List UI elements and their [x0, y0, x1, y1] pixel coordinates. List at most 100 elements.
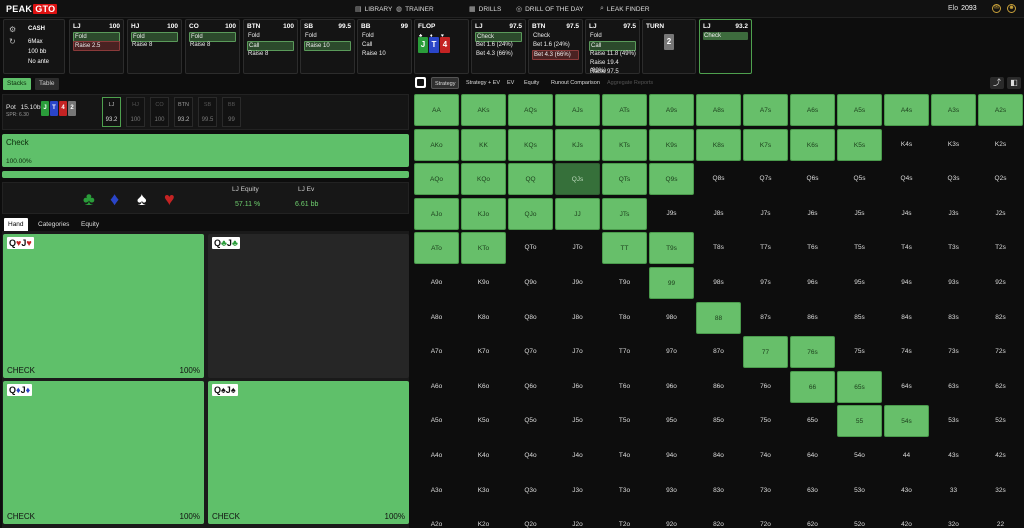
- range-cell[interactable]: A7o: [414, 336, 459, 368]
- range-cell[interactable]: AKo: [414, 128, 459, 161]
- range-cell[interactable]: 97s: [743, 267, 788, 299]
- street-card-lj[interactable]: LJ 97.5 Check Bet 1.6 (24%) Bet 4.3 (66%): [471, 19, 526, 74]
- range-cell[interactable]: 76s: [790, 336, 835, 369]
- nav-library[interactable]: ▤ LIBRARY: [355, 5, 392, 14]
- action-card-btn[interactable]: BTN 100 Fold Call Raise 8: [243, 19, 298, 74]
- range-cell[interactable]: A2o: [414, 509, 459, 528]
- range-cell[interactable]: TT: [602, 232, 647, 265]
- range-cell[interactable]: ATo: [414, 232, 459, 265]
- range-cell[interactable]: 62s: [978, 371, 1023, 403]
- range-cell[interactable]: 95o: [649, 405, 694, 437]
- range-cell[interactable]: J2s: [978, 198, 1023, 230]
- range-cell[interactable]: 65o: [790, 405, 835, 437]
- range-cell[interactable]: T3s: [931, 232, 976, 264]
- hand-combo[interactable]: Q♥J♥ CHECK 100%: [3, 234, 204, 378]
- action-card-bb[interactable]: BB 99 Fold Call Raise 10: [357, 19, 412, 74]
- range-cell[interactable]: T9o: [602, 267, 647, 299]
- range-cell[interactable]: AJs: [555, 94, 600, 126]
- chat-icon[interactable]: ✉: [992, 4, 1001, 13]
- range-cell[interactable]: 32o: [931, 509, 976, 528]
- range-cell[interactable]: 84s: [884, 302, 929, 334]
- range-cell[interactable]: Q9s: [649, 163, 694, 196]
- range-cell[interactable]: 93o: [649, 475, 694, 507]
- range-cell[interactable]: Q4s: [884, 163, 929, 195]
- range-cell[interactable]: 74s: [884, 336, 929, 368]
- range-cell[interactable]: 54s: [884, 405, 929, 438]
- spade-icon[interactable]: ♠: [137, 189, 147, 210]
- range-cell[interactable]: 97o: [649, 336, 694, 368]
- seat-hj[interactable]: HJ 100: [126, 97, 145, 127]
- range-cell[interactable]: 94o: [649, 440, 694, 472]
- range-cell[interactable]: JJ: [555, 197, 600, 230]
- range-cell[interactable]: A2s: [978, 94, 1023, 126]
- range-cell[interactable]: Q6o: [508, 371, 553, 403]
- range-cell[interactable]: KQs: [508, 128, 553, 161]
- tab-equity[interactable]: Equity: [521, 77, 542, 89]
- range-cell[interactable]: Q5o: [508, 405, 553, 437]
- action-option[interactable]: Raise 11.8 (49%): [589, 50, 636, 58]
- tab-strategy-ev[interactable]: Strategy + EV: [463, 77, 503, 89]
- tab-stacks[interactable]: Stacks: [3, 78, 31, 90]
- seat-bb[interactable]: BB 99: [222, 97, 241, 127]
- range-cell[interactable]: 88: [696, 301, 741, 334]
- range-cell[interactable]: 82s: [978, 302, 1023, 334]
- street-card-btn[interactable]: BTN 97.5 Check Bet 1.6 (24%) Bet 4.3 (66%): [528, 19, 583, 74]
- action-option[interactable]: Bet 1.6 (24%): [532, 41, 579, 49]
- action-option[interactable]: Fold: [304, 32, 351, 40]
- range-cell[interactable]: 73o: [743, 475, 788, 507]
- range-cell[interactable]: Q4o: [508, 440, 553, 472]
- action-option[interactable]: Raise 8: [189, 41, 236, 49]
- range-cell[interactable]: 72o: [743, 509, 788, 528]
- range-cell[interactable]: 53o: [837, 475, 882, 507]
- range-cell[interactable]: 75o: [743, 405, 788, 437]
- controller-icon[interactable]: ◧: [1007, 77, 1021, 89]
- range-cell[interactable]: 52o: [837, 509, 882, 528]
- range-cell[interactable]: JTo: [555, 232, 600, 264]
- action-option[interactable]: Bet 4.3 (66%): [475, 50, 522, 58]
- range-cell[interactable]: QJs: [555, 163, 600, 196]
- range-cell[interactable]: 99: [649, 267, 694, 299]
- range-cell[interactable]: K2o: [461, 509, 506, 528]
- range-cell[interactable]: K5o: [461, 405, 506, 437]
- range-cell[interactable]: 73s: [931, 336, 976, 368]
- range-cell[interactable]: T7o: [602, 336, 647, 368]
- current-decision-card[interactable]: LJ 93.2 Check: [699, 19, 752, 74]
- range-cell[interactable]: 42o: [884, 509, 929, 528]
- action-option[interactable]: Call: [361, 41, 408, 49]
- range-cell[interactable]: A3s: [931, 94, 976, 126]
- range-cell[interactable]: 52s: [978, 405, 1023, 437]
- range-cell[interactable]: 75s: [837, 336, 882, 368]
- tab-aggregate-reports[interactable]: Aggregate Reports: [604, 77, 656, 89]
- tab-strategy[interactable]: Strategy: [431, 77, 460, 89]
- range-cell[interactable]: A8o: [414, 302, 459, 334]
- range-cell[interactable]: T4o: [602, 440, 647, 472]
- range-cell[interactable]: 83s: [931, 302, 976, 334]
- range-cell[interactable]: 65s: [837, 370, 882, 403]
- tab-categories[interactable]: Categories: [34, 218, 73, 231]
- nav-trainer[interactable]: ◍ TRAINER: [396, 5, 434, 14]
- seat-btn[interactable]: BTN 93.2: [174, 97, 193, 127]
- range-cell[interactable]: A5s: [837, 94, 882, 126]
- range-cell[interactable]: 83o: [696, 475, 741, 507]
- range-cell[interactable]: 85o: [696, 405, 741, 437]
- range-cell[interactable]: AJo: [414, 197, 459, 230]
- range-cell[interactable]: QJo: [508, 197, 553, 230]
- range-cell[interactable]: 98o: [649, 302, 694, 334]
- range-cell[interactable]: T2s: [978, 232, 1023, 264]
- range-cell[interactable]: K3s: [931, 129, 976, 161]
- range-cell[interactable]: Q8s: [696, 163, 741, 195]
- action-option[interactable]: Raise 10: [304, 41, 351, 51]
- range-cell[interactable]: 64s: [884, 371, 929, 403]
- range-cell[interactable]: Q2s: [978, 163, 1023, 195]
- range-cell[interactable]: 42s: [978, 440, 1023, 472]
- range-cell[interactable]: AKs: [461, 94, 506, 126]
- action-option[interactable]: Fold: [361, 32, 408, 40]
- hand-combo[interactable]: Q♦J♦ CHECK 100%: [3, 381, 204, 524]
- range-cell[interactable]: J8s: [696, 198, 741, 230]
- range-cell[interactable]: J9o: [555, 267, 600, 299]
- range-cell[interactable]: T8o: [602, 302, 647, 334]
- range-cell[interactable]: 54o: [837, 440, 882, 472]
- action-option[interactable]: Bet 4.3 (66%): [532, 50, 579, 60]
- range-cell[interactable]: J7s: [743, 198, 788, 230]
- club-icon[interactable]: ♣: [83, 189, 95, 210]
